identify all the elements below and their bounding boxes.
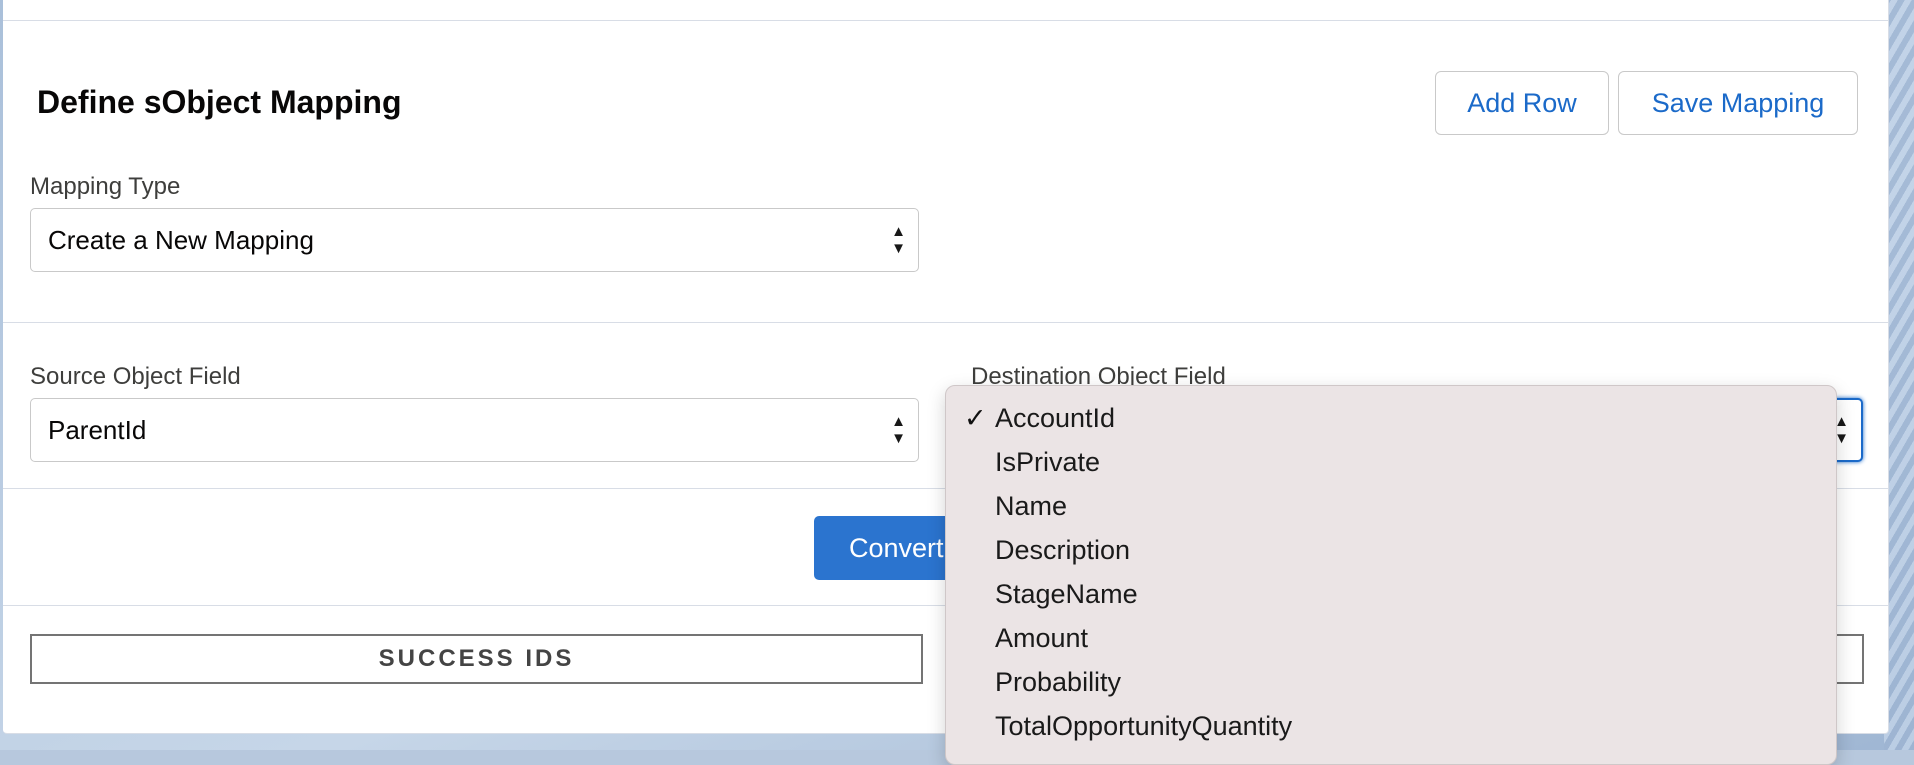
dropdown-option-label: Probability <box>995 666 1122 697</box>
dropdown-option-label: IsPrivate <box>995 446 1101 477</box>
mapping-type-select[interactable]: Create a New Mapping ▲ ▼ <box>30 208 919 272</box>
top-divider <box>3 20 1888 21</box>
page-title: Define sObject Mapping <box>37 84 402 120</box>
source-field-value: ParentId <box>48 414 147 445</box>
section-divider <box>3 322 1888 323</box>
dropdown-option-label: AccountId <box>995 402 1116 433</box>
dropdown-option-label: Description <box>995 534 1131 565</box>
dropdown-option-name[interactable]: Name <box>946 484 1836 528</box>
dropdown-option-amount[interactable]: Amount <box>946 616 1836 660</box>
dropdown-option-accountid[interactable]: ✓ AccountId <box>946 396 1836 440</box>
save-mapping-button[interactable]: Save Mapping <box>1618 71 1858 135</box>
source-field-label: Source Object Field <box>30 363 241 390</box>
dropdown-option-stagename[interactable]: StageName <box>946 572 1836 616</box>
dropdown-option-label: Name <box>995 490 1068 521</box>
dropdown-option-label: Amount <box>995 622 1089 653</box>
dropdown-option-label: StageName <box>995 578 1138 609</box>
mapping-type-label: Mapping Type <box>30 173 181 200</box>
mapping-type-value: Create a New Mapping <box>48 224 314 255</box>
destination-field-dropdown: ✓ AccountId IsPrivate Name Description S… <box>945 385 1837 765</box>
select-arrows-icon: ▲ ▼ <box>891 223 906 257</box>
dropdown-option-totalopportunityquantity[interactable]: TotalOpportunityQuantity <box>946 704 1836 748</box>
checkmark-icon: ✓ <box>964 402 987 433</box>
dropdown-option-description[interactable]: Description <box>946 528 1836 572</box>
select-arrows-icon: ▲ ▼ <box>891 413 906 447</box>
add-row-button[interactable]: Add Row <box>1435 71 1609 135</box>
source-field-select[interactable]: ParentId ▲ ▼ <box>30 398 919 462</box>
dropdown-option-label: TotalOpportunityQuantity <box>995 710 1293 741</box>
dropdown-option-probability[interactable]: Probability <box>946 660 1836 704</box>
dropdown-option-isprivate[interactable]: IsPrivate <box>946 440 1836 484</box>
success-ids-box: SUCCESS IDS <box>30 634 923 684</box>
